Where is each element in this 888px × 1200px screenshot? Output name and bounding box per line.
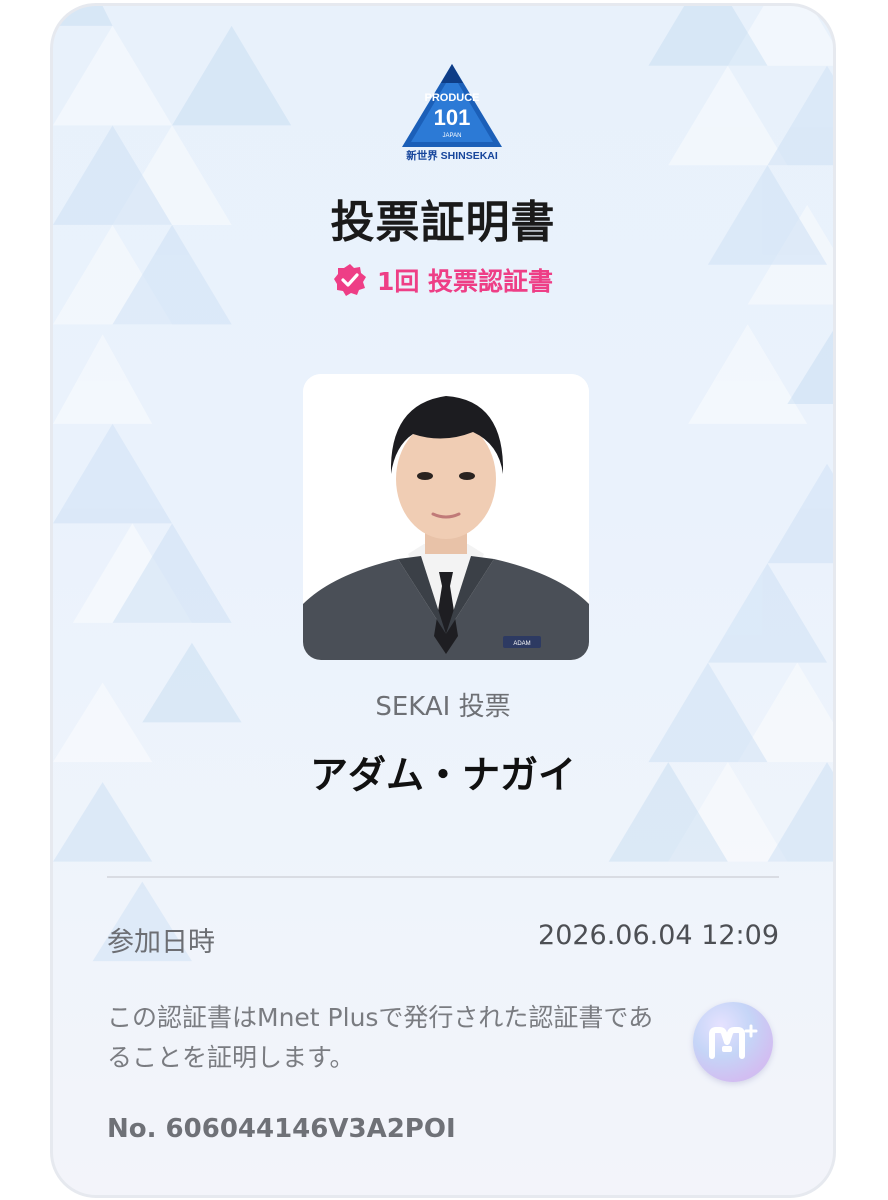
svg-text:JAPAN: JAPAN [443,133,462,139]
vote-count-badge: 1回 投票認証書 [53,262,833,298]
svg-text:PRODUCE: PRODUCE [424,92,479,104]
certificate-description: この認証書はMnet Plusで発行された認証書であることを証明します。 [107,1003,654,1072]
trainee-photo: ADAM [303,374,589,660]
trainee-name: アダム・ナガイ [309,753,576,797]
certificate-title: 投票証明書 [330,197,556,248]
svg-text:101: 101 [434,105,471,130]
mnet-plus-icon [709,1024,758,1059]
svg-text:ADAM: ADAM [513,641,530,647]
vote-count-text: 1回 投票認証書 [376,267,554,296]
certificate-serial-number: No. 606044146V3A2POI [107,1114,456,1144]
divider [107,876,779,878]
participation-date-value: 2026.06.04 12:09 [538,920,779,951]
vote-type-label: SEKAI 投票 [375,692,511,722]
mnet-plus-button[interactable] [693,1002,773,1082]
certificate-card: PRODUCE 101 JAPAN 新世界 SHINSEKAI 投票証明書 1回… [50,3,836,1198]
svg-text:新世界 SHINSEKAI: 新世界 SHINSEKAI [406,149,498,162]
produce-101-logo: PRODUCE 101 JAPAN 新世界 SHINSEKAI [402,64,502,162]
verified-check-icon [333,264,366,296]
participation-date-label: 参加日時 [107,927,215,958]
